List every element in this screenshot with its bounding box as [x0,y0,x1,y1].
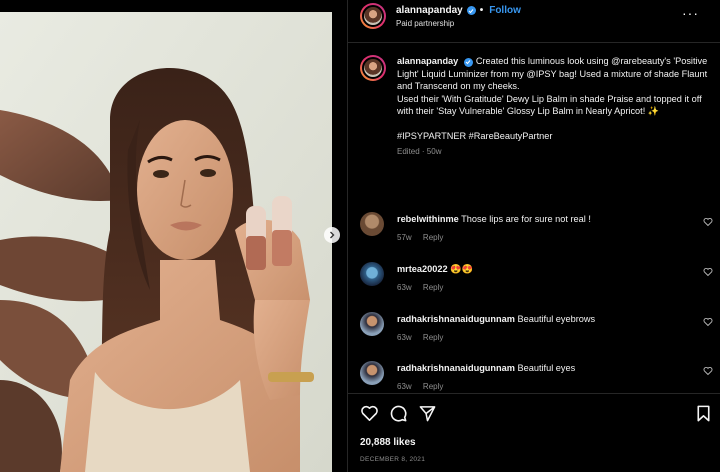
carousel-next-button[interactable] [324,227,340,243]
likes-count[interactable]: 20,888 likes [360,437,416,448]
post-date: DECEMBER 8, 2021 [360,456,426,463]
follow-button[interactable]: Follow [489,5,521,16]
post-photo[interactable] [0,0,347,472]
caption-username[interactable]: alannapanday [397,56,458,66]
author-username[interactable]: alannapanday [396,5,463,16]
commenter-avatar[interactable] [360,312,384,336]
share-icon[interactable] [418,404,437,423]
carousel-next-icon [330,231,335,239]
comment-text: Beautiful eyes [517,363,576,373]
separator-dot: • [479,5,484,16]
comment-heart-icon[interactable] [703,366,713,376]
comment-heart-icon[interactable] [703,317,713,327]
comment-username[interactable]: radhakrishnanaidugunnam [397,363,515,373]
caption-line-2: Used their 'With Gratitude' Dewy Lip Bal… [397,93,702,117]
paid-partnership-label[interactable]: Paid partnership [396,19,454,28]
comment-age: 57w [397,233,412,242]
reply-button[interactable]: Reply [423,233,443,242]
commenter-avatar[interactable] [360,212,384,236]
verified-badge-icon [463,57,473,67]
author-avatar[interactable] [360,3,386,29]
comment-heart-icon[interactable] [703,267,713,277]
caption-text: alannapanday Created this luminous look … [397,55,709,158]
bookmark-icon[interactable] [694,404,713,423]
post-header: alannapanday • Follow Paid partnership ·… [348,0,720,43]
reply-button[interactable]: Reply [423,382,443,391]
comment-age: 63w [397,382,412,391]
reply-button[interactable]: Reply [423,333,443,342]
commenter-avatar[interactable] [360,361,384,385]
heart-icon[interactable] [360,404,379,423]
caption-hashtags[interactable]: #IPSYPARTNER #RareBeautyPartner [397,130,709,143]
comment-age: 63w [397,283,412,292]
reply-button[interactable]: Reply [423,283,443,292]
commenter-avatar[interactable] [360,262,384,286]
comment-heart-icon[interactable] [703,217,713,227]
post-detail-panel: alannapanday • Follow Paid partnership ·… [347,0,720,472]
comment-item: rebelwithinme Those lips are for sure no… [360,212,713,252]
more-options-icon[interactable]: ··· [682,5,699,21]
comment-item: mrtea20022 😍😍 63w Reply [360,262,713,302]
caption-meta: Edited · 50w [397,146,442,156]
comment-text: 😍😍 [450,264,474,274]
comment-username[interactable]: rebelwithinme [397,214,459,224]
post-actions: 20,888 likes DECEMBER 8, 2021 [348,393,720,472]
author-name-row: alannapanday • Follow [396,5,521,16]
comment-icon[interactable] [389,404,408,423]
comment-username[interactable]: mrtea20022 [397,264,448,274]
comment-text: Beautiful eyebrows [517,314,596,324]
post-photo-illustration [0,12,332,472]
comment-item: radhakrishnanaidugunnam Beautiful eyebro… [360,312,713,352]
caption-avatar[interactable] [360,55,386,81]
comment-text: Those lips are for sure not real ! [461,214,591,224]
comment-username[interactable]: radhakrishnanaidugunnam [397,314,515,324]
comment-age: 63w [397,333,412,342]
verified-badge-icon [466,6,476,15]
